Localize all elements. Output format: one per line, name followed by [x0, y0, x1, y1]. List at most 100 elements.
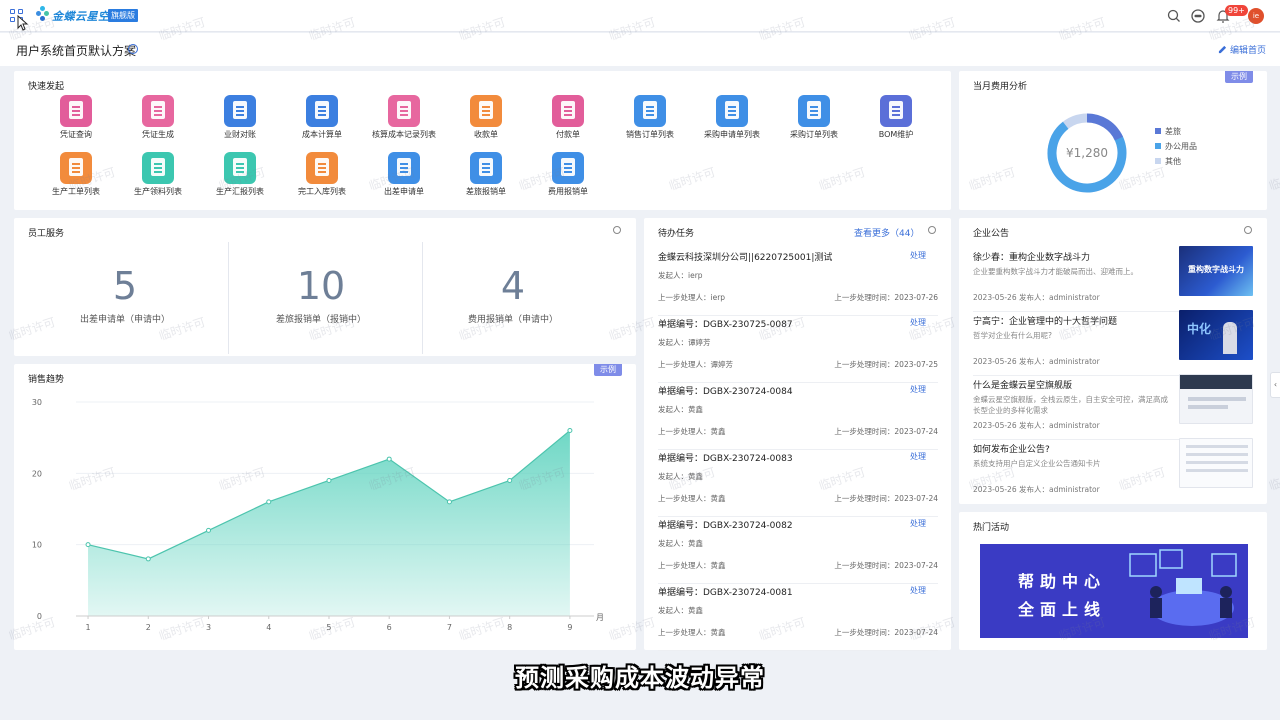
- todo-prev-time: 上一步处理时间：2023-07-24: [834, 561, 938, 570]
- sales-trend-card: 销售趋势 示例 0 10 20 30 1 2 3 4 5 6 7 8 9 月: [14, 364, 636, 650]
- service-travel-application[interactable]: 5 出差申请单（申请中）: [22, 242, 228, 352]
- top-bar: 金蝶云星空 旗舰版 99+ ie: [0, 0, 1280, 32]
- quick-launch-label: 生产工单列表: [52, 187, 100, 196]
- x-tick-label: 1: [85, 623, 90, 632]
- todo-item[interactable]: 单据编号：DGBX-230724-0083 处理 发起人：黄鑫 上一步处理人：黄鑫 上一…: [658, 451, 938, 517]
- todo-item-title: 单据编号：DGBX-230724-0081: [658, 588, 793, 598]
- y-tick-label: 0: [37, 612, 42, 621]
- data-point: [386, 456, 392, 462]
- process-link[interactable]: 处理: [910, 451, 926, 462]
- quick-launch-item[interactable]: 生产工单列表: [40, 152, 112, 202]
- quick-launch-icon: [306, 152, 338, 184]
- quick-launch-item[interactable]: 生产领料列表: [122, 152, 194, 202]
- quick-launch-item[interactable]: 付款单: [532, 95, 604, 145]
- todo-prev-time: 上一步处理时间：2023-07-26: [834, 293, 938, 302]
- process-link[interactable]: 处理: [910, 384, 926, 395]
- video-subtitle: 预测采购成本波动异常: [515, 664, 765, 692]
- x-tick-label: 5: [326, 623, 331, 632]
- refresh-icon[interactable]: [928, 226, 936, 234]
- quick-launch-icon: [306, 95, 338, 127]
- data-point: [145, 556, 151, 562]
- notification-count-badge: 99+: [1225, 5, 1248, 16]
- x-tick-label: 3: [206, 623, 211, 632]
- todo-item[interactable]: 单据编号：DGBX-230724-0082 处理 发起人：黄鑫 上一步处理人：黄鑫 上一…: [658, 518, 938, 584]
- announcement-summary: 金蝶云星空旗舰版，全栈云原生，自主安全可控，满足高成长型企业的多样化需求: [973, 395, 1168, 415]
- todo-prev-handler: 上一步处理人：黄鑫: [658, 494, 726, 503]
- expense-title: 当月费用分析: [973, 82, 1028, 92]
- chat-icon[interactable]: [1190, 8, 1206, 24]
- expense-donut-chart: ¥1,280: [1047, 113, 1127, 193]
- todo-prev-time: 上一步处理时间：2023-07-24: [834, 628, 938, 637]
- page-title: 用户系统首页默认方案: [16, 44, 137, 58]
- process-link[interactable]: 处理: [910, 518, 926, 529]
- quick-launch-item[interactable]: 成本计算单: [286, 95, 358, 145]
- edit-home-link[interactable]: 编辑首页: [1218, 43, 1266, 56]
- quick-launch-icon: [224, 95, 256, 127]
- announcement-thumbnail: [1179, 438, 1253, 488]
- announcement-thumbnail: [1179, 374, 1253, 424]
- todo-item[interactable]: 单据编号：DGBX-230724-0081 处理 发起人：黄鑫 上一步处理人：黄鑫 上一…: [658, 585, 938, 651]
- quick-launch-item[interactable]: 差旅报销单: [450, 152, 522, 202]
- quick-launch-card: 快速发起 凭证查询 凭证生成 业财对账 成本计算单 核算成本记录列表 收款单 付款单 销售订单…: [14, 71, 951, 210]
- banner-line1: 帮助中心: [1018, 572, 1107, 591]
- quick-launch-item[interactable]: 凭证生成: [122, 95, 194, 145]
- quick-launch-label: 收款单: [474, 130, 498, 139]
- todo-prev-time: 上一步处理时间：2023-07-24: [834, 427, 938, 436]
- quick-launch-item[interactable]: 凭证查询: [40, 95, 112, 145]
- announcement-item[interactable]: 宁高宁：企业管理中的十大哲学问题 哲学对企业有什么用呢? 2023-05-26 …: [973, 310, 1253, 376]
- quick-launch-item[interactable]: 采购申请单列表: [696, 95, 768, 145]
- switch-scheme-icon[interactable]: [128, 44, 138, 54]
- x-tick-label: 4: [266, 623, 271, 632]
- todo-item[interactable]: 金蝶云科技深圳分公司||6220725001|测试 处理 发起人：ierp 上一步处理…: [658, 250, 938, 316]
- quick-launch-icon: [224, 152, 256, 184]
- quick-launch-item[interactable]: 采购订单列表: [778, 95, 850, 145]
- pencil-icon: [1218, 45, 1227, 54]
- todo-item[interactable]: 单据编号：DGBX-230724-0084 处理 发起人：黄鑫 上一步处理人：黄鑫 上一…: [658, 384, 938, 450]
- quick-launch-item[interactable]: 业财对账: [204, 95, 276, 145]
- data-point: [206, 527, 212, 533]
- quick-launch-icon: [60, 95, 92, 127]
- announcement-item[interactable]: 什么是金蝶云星空旗舰版 金蝶云星空旗舰版，全栈云原生，自主安全可控，满足高成长型…: [973, 374, 1253, 440]
- help-center-banner[interactable]: 帮助中心 全面上线: [980, 544, 1248, 638]
- quick-launch-icon: [552, 152, 584, 184]
- banner-illustration-icon: [1129, 549, 1237, 626]
- side-collapse-tab[interactable]: ‹: [1270, 372, 1280, 398]
- announcement-item[interactable]: 徐少春：重构企业数字战斗力 企业要重构数字战斗力才能破局而出、迎难而上。 202…: [973, 246, 1253, 312]
- staff-service-card: 员工服务 5 出差申请单（申请中） 10 差旅报销单（报销中） 4 费用报销单（…: [14, 218, 636, 356]
- quick-launch-item[interactable]: 生产汇报列表: [204, 152, 276, 202]
- announcement-summary: 哲学对企业有什么用呢?: [973, 331, 1052, 340]
- process-link[interactable]: 处理: [910, 585, 926, 596]
- quick-launch-item[interactable]: 费用报销单: [532, 152, 604, 202]
- quick-launch-label: 采购订单列表: [790, 130, 838, 139]
- refresh-icon[interactable]: [1244, 226, 1252, 234]
- announcement-item[interactable]: 如何发布企业公告? 系统支持用户自定义企业公告通知卡片 2023-05-26 发…: [973, 438, 1253, 504]
- legend-other: 其他: [1155, 156, 1181, 167]
- view-more-link[interactable]: 查看更多（44）: [854, 226, 919, 239]
- quick-launch-icon: [552, 95, 584, 127]
- todo-prev-time: 上一步处理时间：2023-07-25: [834, 360, 938, 369]
- quick-launch-label: 出差申请单: [384, 187, 424, 196]
- process-link[interactable]: 处理: [910, 250, 926, 261]
- refresh-icon[interactable]: [613, 226, 621, 234]
- process-link[interactable]: 处理: [910, 317, 926, 328]
- sample-tag: 示例: [1225, 71, 1253, 83]
- service-count: 4: [500, 264, 526, 308]
- service-travel-reimbursement[interactable]: 10 差旅报销单（报销中）: [218, 242, 424, 352]
- quick-launch-label: 核算成本记录列表: [372, 130, 436, 139]
- user-avatar[interactable]: ie: [1248, 8, 1264, 24]
- quick-launch-item[interactable]: 完工入库列表: [286, 152, 358, 202]
- service-expense-reimbursement[interactable]: 4 费用报销单（申请中）: [410, 242, 616, 352]
- announcement-meta: 2023-05-26 发布人：administrator: [973, 293, 1100, 302]
- legend-swatch: [1155, 143, 1161, 149]
- quick-launch-label: 凭证生成: [142, 130, 174, 139]
- quick-launch-item[interactable]: 出差申请单: [368, 152, 440, 202]
- legend-office: 办公用品: [1155, 141, 1197, 152]
- quick-launch-item[interactable]: 收款单: [450, 95, 522, 145]
- quick-launch-item[interactable]: 核算成本记录列表: [368, 95, 440, 145]
- quick-launch-icon: [798, 95, 830, 127]
- search-icon[interactable]: [1166, 8, 1182, 24]
- activity-card: 热门活动 帮助中心 全面上线: [959, 512, 1267, 650]
- quick-launch-item[interactable]: BOM维护: [860, 95, 932, 145]
- todo-item[interactable]: 单据编号：DGBX-230725-0087 处理 发起人：谭婷芳 上一步处理人：谭婷芳…: [658, 317, 938, 383]
- quick-launch-item[interactable]: 销售订单列表: [614, 95, 686, 145]
